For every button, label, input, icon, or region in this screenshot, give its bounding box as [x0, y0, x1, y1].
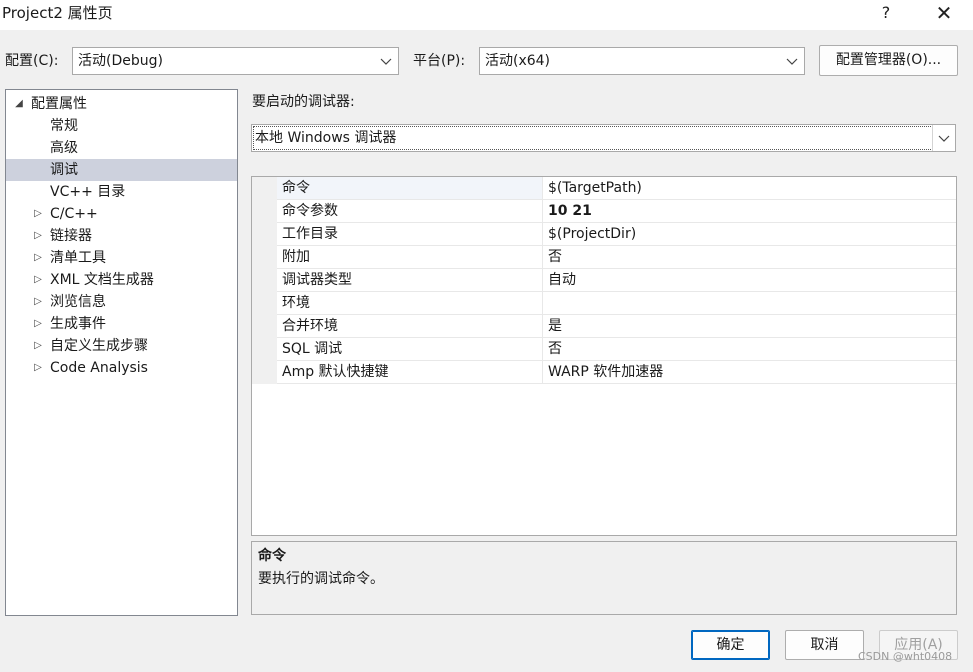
property-value[interactable]: 自动 [543, 269, 956, 292]
tree-item-label: 常规 [50, 118, 78, 134]
tree-item-config-properties[interactable]: ◢ 配置属性 [6, 93, 237, 115]
config-manager-button[interactable]: 配置管理器(O)... [819, 45, 958, 76]
tree-item-label: 生成事件 [50, 316, 106, 332]
platform-value: 活动(x64) [485, 53, 551, 69]
collapsed-arrow-icon[interactable]: ▷ [32, 203, 44, 225]
cancel-button[interactable]: 取消 [785, 630, 864, 660]
tree-item-browse-info[interactable]: ▷ 浏览信息 [6, 291, 237, 313]
help-button[interactable]: ? [866, 0, 906, 30]
ok-button[interactable]: 确定 [691, 630, 770, 660]
property-value[interactable]: WARP 软件加速器 [543, 361, 956, 384]
tree-item-label: VC++ 目录 [50, 184, 126, 200]
collapsed-arrow-icon[interactable]: ▷ [32, 291, 44, 313]
tree-item-label: 自定义生成步骤 [50, 338, 148, 354]
debugger-label: 要启动的调试器: [252, 94, 355, 110]
expanded-arrow-icon[interactable]: ◢ [13, 93, 25, 115]
property-value[interactable]: $(TargetPath) [543, 177, 956, 200]
grid-row-command-arguments[interactable]: 命令参数 10 21 [252, 200, 956, 223]
tree-item-code-analysis[interactable]: ▷ Code Analysis [6, 357, 237, 379]
title-bar: Project2 属性页 ? ✕ [0, 0, 973, 30]
tree-item-label: 链接器 [50, 228, 92, 244]
property-tree: ◢ 配置属性 常规 高级 调试 VC++ 目录 ▷ C/C++ ▷ 链接器 ▷ … [5, 89, 238, 616]
window-title: Project2 属性页 [2, 4, 113, 22]
close-button[interactable]: ✕ [924, 0, 964, 30]
chevron-down-icon[interactable] [932, 125, 954, 151]
collapsed-arrow-icon[interactable]: ▷ [32, 313, 44, 335]
property-name: 工作目录 [277, 223, 543, 246]
tree-item-linker[interactable]: ▷ 链接器 [6, 225, 237, 247]
tree-item-cpp[interactable]: ▷ C/C++ [6, 203, 237, 225]
tree-item-custom-build-step[interactable]: ▷ 自定义生成步骤 [6, 335, 237, 357]
tree-item-label: 清单工具 [50, 250, 106, 266]
collapsed-arrow-icon[interactable]: ▷ [32, 269, 44, 291]
property-name: 命令 [277, 177, 543, 200]
grid-row-environment[interactable]: 环境 [252, 292, 956, 315]
platform-label: 平台(P): [413, 53, 466, 69]
watermark: CSDN @wht0408 [858, 650, 953, 663]
tree-item-label: Code Analysis [50, 360, 148, 376]
config-select[interactable]: 活动(Debug) [72, 47, 399, 75]
tree-item-advanced[interactable]: 高级 [6, 137, 237, 159]
debugger-value: 本地 Windows 调试器 [253, 126, 933, 150]
property-value[interactable]: 是 [543, 315, 956, 338]
collapsed-arrow-icon[interactable]: ▷ [32, 335, 44, 357]
tree-item-label: 浏览信息 [50, 294, 106, 310]
config-label: 配置(C): [5, 53, 59, 69]
chevron-down-icon [786, 48, 798, 74]
property-name: 环境 [277, 292, 543, 315]
description-title: 命令 [258, 548, 286, 564]
description-panel: 命令 要执行的调试命令。 [251, 541, 957, 615]
property-name: Amp 默认快捷键 [277, 361, 543, 384]
collapsed-arrow-icon[interactable]: ▷ [32, 247, 44, 269]
grid-row-amp-default-accelerator[interactable]: Amp 默认快捷键 WARP 软件加速器 [252, 361, 956, 384]
config-value: 活动(Debug) [78, 53, 163, 69]
description-text: 要执行的调试命令。 [258, 571, 384, 587]
property-value[interactable]: 否 [543, 338, 956, 361]
tree-item-general[interactable]: 常规 [6, 115, 237, 137]
grid-row-sql-debugging[interactable]: SQL 调试 否 [252, 338, 956, 361]
grid-row-merge-environment[interactable]: 合并环境 是 [252, 315, 956, 338]
tree-item-label: 高级 [50, 140, 78, 156]
property-value[interactable]: 10 21 [543, 200, 956, 223]
property-name: 调试器类型 [277, 269, 543, 292]
tree-item-manifest-tool[interactable]: ▷ 清单工具 [6, 247, 237, 269]
tree-item-label: 配置属性 [31, 96, 87, 112]
property-value[interactable]: 否 [543, 246, 956, 269]
property-value[interactable] [543, 292, 956, 315]
debugger-select[interactable]: 本地 Windows 调试器 [251, 124, 956, 152]
platform-select[interactable]: 活动(x64) [479, 47, 805, 75]
property-name: 附加 [277, 246, 543, 269]
tree-item-label: XML 文档生成器 [50, 272, 154, 288]
collapsed-arrow-icon[interactable]: ▷ [32, 357, 44, 379]
tree-item-label: C/C++ [50, 206, 98, 222]
tree-item-debugging[interactable]: 调试 [6, 159, 237, 181]
grid-row-debugger-type[interactable]: 调试器类型 自动 [252, 269, 956, 292]
tree-item-xml-doc-generator[interactable]: ▷ XML 文档生成器 [6, 269, 237, 291]
property-name: SQL 调试 [277, 338, 543, 361]
tree-item-vc-directories[interactable]: VC++ 目录 [6, 181, 237, 203]
collapsed-arrow-icon[interactable]: ▷ [32, 225, 44, 247]
chevron-down-icon [380, 48, 392, 74]
grid-row-attach[interactable]: 附加 否 [252, 246, 956, 269]
property-grid: 命令 $(TargetPath) 命令参数 10 21 工作目录 $(Proje… [251, 176, 957, 536]
property-name: 合并环境 [277, 315, 543, 338]
tree-item-label: 调试 [50, 162, 78, 178]
property-value[interactable]: $(ProjectDir) [543, 223, 956, 246]
property-name: 命令参数 [277, 200, 543, 223]
grid-row-working-directory[interactable]: 工作目录 $(ProjectDir) [252, 223, 956, 246]
tree-item-build-events[interactable]: ▷ 生成事件 [6, 313, 237, 335]
grid-row-command[interactable]: 命令 $(TargetPath) [252, 177, 956, 200]
